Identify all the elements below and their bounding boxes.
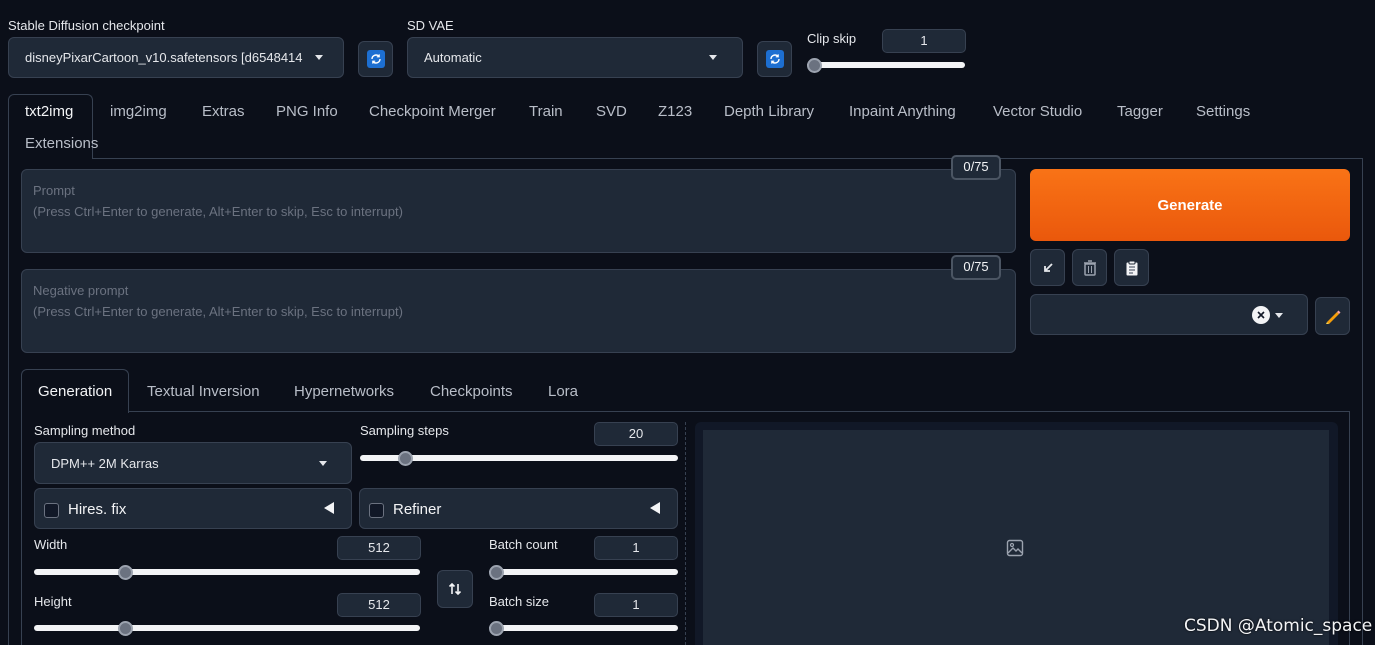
swap-arrows-icon <box>448 582 462 596</box>
checkpoint-dropdown[interactable]: disneyPixarCartoon_v10.safetensors [d654… <box>8 37 344 78</box>
sampling-steps-input[interactable]: 20 <box>594 422 678 446</box>
tab-svd[interactable]: SVD <box>596 103 627 120</box>
clip-skip-input[interactable]: 1 <box>882 29 966 53</box>
batch-size-label: Batch size <box>489 594 549 609</box>
chevron-down-icon <box>1275 313 1283 318</box>
batch-size-slider[interactable] <box>489 625 678 631</box>
tab-extensions[interactable]: Extensions <box>25 135 98 152</box>
clear-styles-icon[interactable] <box>1252 306 1270 324</box>
column-divider <box>685 422 686 645</box>
tab-vector-studio[interactable]: Vector Studio <box>993 103 1082 120</box>
refresh-vae-button[interactable] <box>757 41 792 77</box>
negative-prompt-placeholder-label: Negative prompt <box>33 283 129 298</box>
width-input[interactable]: 512 <box>337 536 421 560</box>
tab-img2img[interactable]: img2img <box>110 103 167 120</box>
tab-tagger[interactable]: Tagger <box>1117 103 1163 120</box>
read-params-button[interactable] <box>1030 249 1065 286</box>
tab-png-info[interactable]: PNG Info <box>276 103 338 120</box>
tab-settings[interactable]: Settings <box>1196 103 1250 120</box>
clipboard-icon <box>1126 260 1137 275</box>
tab-extras[interactable]: Extras <box>202 103 245 120</box>
width-slider-thumb[interactable] <box>118 565 133 580</box>
sampling-method-value: DPM++ 2M Karras <box>51 455 159 471</box>
expand-triangle-icon <box>324 502 334 514</box>
tab-txt2img[interactable]: txt2img <box>25 103 73 120</box>
tab-inpaint-anything[interactable]: Inpaint Anything <box>849 103 956 120</box>
tab-checkpoint-merger[interactable]: Checkpoint Merger <box>369 103 496 120</box>
edit-styles-button[interactable] <box>1315 297 1350 335</box>
refiner-checkbox[interactable] <box>369 503 384 518</box>
tab-hypernetworks[interactable]: Hypernetworks <box>294 383 394 400</box>
arrow-down-left-icon <box>1043 262 1053 272</box>
chevron-down-icon <box>315 55 323 60</box>
prompt-token-counter: 0/75 <box>951 155 1001 180</box>
refiner-label: Refiner <box>393 501 442 518</box>
batch-size-input[interactable]: 1 <box>594 593 678 617</box>
height-input[interactable]: 512 <box>337 593 421 617</box>
height-slider[interactable] <box>34 625 420 631</box>
width-slider[interactable] <box>34 569 420 575</box>
prompt-placeholder-label: Prompt <box>33 183 75 198</box>
generation-tab-gap <box>22 410 128 413</box>
batch-size-slider-thumb[interactable] <box>489 621 504 636</box>
output-gallery[interactable] <box>703 430 1329 645</box>
batch-count-input[interactable]: 1 <box>594 536 678 560</box>
height-label: Height <box>34 594 72 609</box>
tab-checkpoints[interactable]: Checkpoints <box>430 383 513 400</box>
refresh-checkpoint-button[interactable] <box>358 41 393 77</box>
checkpoint-label: Stable Diffusion checkpoint <box>8 18 165 33</box>
refresh-icon <box>765 50 784 68</box>
batch-count-label: Batch count <box>489 537 558 552</box>
prompt-textarea[interactable]: Prompt (Press Ctrl+Enter to generate, Al… <box>21 169 1016 253</box>
pencil-icon <box>1325 310 1340 324</box>
sampling-steps-label: Sampling steps <box>360 423 449 438</box>
negative-prompt-textarea[interactable]: Negative prompt (Press Ctrl+Enter to gen… <box>21 269 1016 353</box>
swap-dimensions-button[interactable] <box>437 570 473 608</box>
negative-prompt-token-counter: 0/75 <box>951 255 1001 280</box>
hires-fix-label: Hires. fix <box>68 501 127 518</box>
tab-txt2img-gap <box>9 157 92 160</box>
styles-dropdown[interactable] <box>1030 294 1308 335</box>
negative-prompt-placeholder-hint: (Press Ctrl+Enter to generate, Alt+Enter… <box>33 304 403 319</box>
batch-count-slider-thumb[interactable] <box>489 565 504 580</box>
chevron-down-icon <box>709 55 717 60</box>
clip-skip-label: Clip skip <box>807 31 857 46</box>
paste-styles-button[interactable] <box>1114 249 1149 286</box>
sampling-method-label: Sampling method <box>34 423 136 438</box>
tab-depth-library[interactable]: Depth Library <box>724 103 814 120</box>
vae-label: SD VAE <box>407 18 454 33</box>
hires-fix-accordion[interactable]: Hires. fix <box>34 488 352 529</box>
batch-count-slider[interactable] <box>489 569 678 575</box>
generate-button[interactable]: Generate <box>1030 169 1350 241</box>
chevron-down-icon <box>319 460 327 466</box>
image-placeholder-icon <box>1006 539 1024 557</box>
expand-triangle-icon <box>650 502 660 514</box>
watermark: CSDN @Atomic_space <box>1184 616 1373 636</box>
prompt-placeholder-hint: (Press Ctrl+Enter to generate, Alt+Enter… <box>33 204 403 219</box>
height-slider-thumb[interactable] <box>118 621 133 636</box>
tab-textual-inversion[interactable]: Textual Inversion <box>147 383 260 400</box>
clear-prompt-button[interactable] <box>1072 249 1107 286</box>
tab-generation[interactable]: Generation <box>38 383 112 400</box>
trash-icon <box>1083 259 1096 276</box>
refresh-icon <box>366 50 385 68</box>
tab-lora[interactable]: Lora <box>548 383 578 400</box>
hires-fix-checkbox[interactable] <box>44 503 59 518</box>
clip-skip-slider-thumb[interactable] <box>807 58 822 73</box>
tab-train[interactable]: Train <box>529 103 563 120</box>
vae-dropdown[interactable]: Automatic <box>407 37 743 78</box>
vae-value: Automatic <box>424 50 482 65</box>
refiner-accordion[interactable]: Refiner <box>359 488 678 529</box>
width-label: Width <box>34 537 68 552</box>
checkpoint-value: disneyPixarCartoon_v10.safetensors [d654… <box>25 50 303 65</box>
sampling-method-dropdown[interactable]: DPM++ 2M Karras <box>34 442 352 484</box>
generate-label: Generate <box>1157 196 1223 214</box>
tab-z123[interactable]: Z123 <box>658 103 692 120</box>
sampling-steps-slider-thumb[interactable] <box>398 451 413 466</box>
clip-skip-slider[interactable] <box>807 62 965 68</box>
